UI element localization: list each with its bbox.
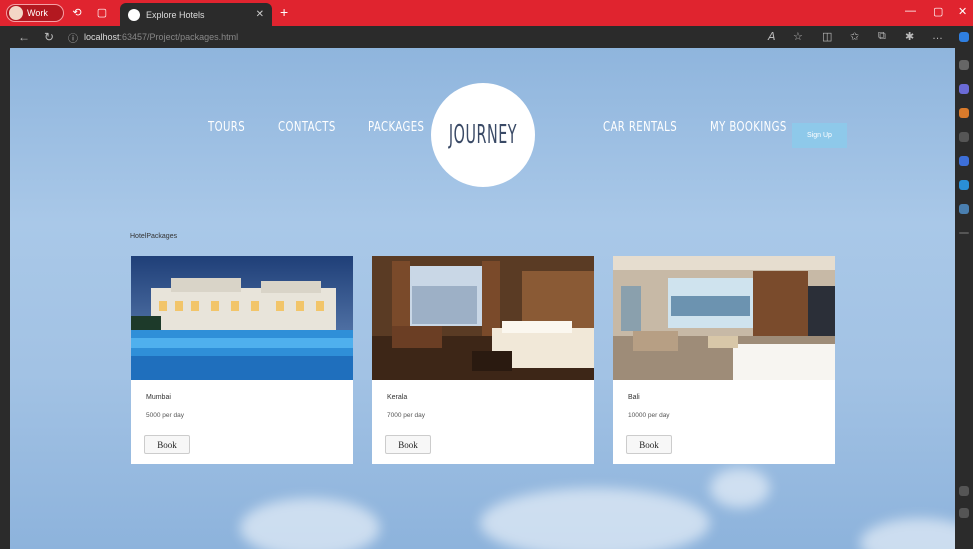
- back-icon[interactable]: ←: [18, 30, 30, 44]
- info-icon[interactable]: ⓘ: [68, 30, 78, 45]
- history-icon[interactable]: ⟲: [70, 6, 84, 20]
- address-bar: ← ↻ ⓘ localhost:63457/Project/packages.h…: [0, 26, 955, 48]
- package-card: Kerala 7000 per day Book: [372, 256, 594, 464]
- package-name: Bali: [628, 394, 640, 401]
- search-icon[interactable]: [959, 60, 969, 70]
- window-left-edge: [0, 48, 10, 549]
- collections-icon[interactable]: ⧉: [878, 30, 886, 43]
- tab-actions-icon[interactable]: ▢: [95, 6, 109, 20]
- customize-icon[interactable]: [959, 508, 969, 518]
- url-host: localhost: [84, 32, 120, 42]
- extensions-icon[interactable]: ✱: [905, 30, 914, 43]
- profile-button[interactable]: Work: [6, 4, 64, 22]
- background-cloud: [710, 468, 770, 508]
- favicon-icon: [128, 8, 140, 21]
- favorites-icon[interactable]: ✩: [850, 30, 859, 43]
- signup-button[interactable]: Sign Up: [792, 123, 847, 148]
- web-page: TOURS CONTACTS PACKAGES JOURNEY CAR RENT…: [10, 48, 955, 549]
- package-name: Kerala: [387, 394, 408, 401]
- tools-icon[interactable]: [959, 84, 969, 94]
- package-card: Mumbai 5000 per day Book: [131, 256, 353, 464]
- book-button[interactable]: Book: [385, 435, 431, 454]
- background-cloud: [860, 518, 955, 549]
- hotel-image: [613, 256, 835, 380]
- nav-car-rentals[interactable]: CAR RENTALS: [603, 120, 677, 135]
- sidebar-settings-icon[interactable]: [959, 486, 969, 496]
- nav-packages[interactable]: PACKAGES: [368, 120, 424, 135]
- split-screen-icon[interactable]: ◫: [822, 30, 832, 43]
- book-button[interactable]: Book: [626, 435, 672, 454]
- copilot-icon[interactable]: [959, 32, 969, 42]
- profile-label: Work: [27, 8, 48, 18]
- package-card: Bali 10000 per day Book: [613, 256, 835, 464]
- package-price: 5000 per day: [146, 412, 184, 419]
- hotel-image: [372, 256, 594, 380]
- close-tab-icon[interactable]: ✕: [256, 9, 264, 20]
- read-aloud-icon[interactable]: 𝘈: [768, 30, 776, 43]
- minimize-icon[interactable]: —: [905, 5, 916, 17]
- outlook-icon[interactable]: [959, 180, 969, 190]
- shopping-icon[interactable]: [959, 108, 969, 118]
- games-icon[interactable]: [959, 132, 969, 142]
- background-cloud: [480, 488, 710, 549]
- browser-tab-bar: Work ⟲ ▢ Explore Hotels ✕ + — ▢ ✕: [0, 0, 973, 26]
- more-icon[interactable]: …: [932, 30, 943, 42]
- nav-tours[interactable]: TOURS: [208, 120, 245, 135]
- browser-tab[interactable]: Explore Hotels ✕: [120, 3, 272, 26]
- package-name: Mumbai: [146, 394, 171, 401]
- hotel-image: [131, 256, 353, 380]
- maximize-icon[interactable]: ▢: [933, 5, 943, 18]
- favorite-star-icon[interactable]: ☆: [793, 30, 803, 43]
- logo-text: JOURNEY: [448, 120, 518, 150]
- site-logo[interactable]: JOURNEY: [431, 83, 535, 187]
- url-path: :63457/Project/packages.html: [119, 32, 239, 42]
- close-window-icon[interactable]: ✕: [958, 5, 967, 18]
- url-field[interactable]: localhost:63457/Project/packages.html: [84, 30, 744, 45]
- office-icon[interactable]: [959, 156, 969, 166]
- tab-title: Explore Hotels: [146, 9, 205, 20]
- avatar: [9, 6, 23, 20]
- nav-my-bookings[interactable]: MY BOOKINGS: [710, 120, 787, 135]
- add-icon[interactable]: [959, 232, 969, 234]
- package-price: 10000 per day: [628, 412, 670, 419]
- drop-icon[interactable]: [959, 204, 969, 214]
- package-price: 7000 per day: [387, 412, 425, 419]
- edge-sidebar: [955, 26, 973, 549]
- background-cloud: [240, 498, 380, 549]
- section-title: HotelPackages: [130, 233, 178, 240]
- new-tab-icon[interactable]: +: [280, 5, 288, 19]
- nav-contacts[interactable]: CONTACTS: [278, 120, 336, 135]
- book-button[interactable]: Book: [144, 435, 190, 454]
- refresh-icon[interactable]: ↻: [44, 30, 54, 44]
